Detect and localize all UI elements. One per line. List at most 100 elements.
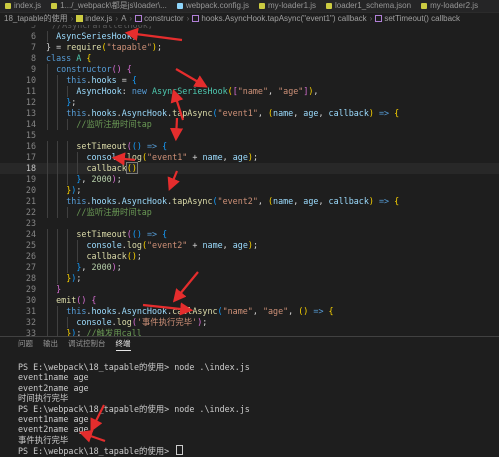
code-token: 2000 — [91, 262, 112, 272]
code-line: 28}); — [0, 273, 499, 284]
code-token: , — [222, 240, 233, 250]
terminal-text: event1name age — [18, 372, 89, 383]
indent-guide — [57, 251, 59, 262]
line-number: 23 — [25, 218, 36, 228]
line-number: 22 — [25, 207, 36, 217]
code-token: } = — [46, 42, 67, 52]
line-number: 8 — [30, 53, 36, 63]
code-line: 27}, 2000); — [0, 262, 499, 273]
tab-label: 1.../_webpack\都是js\loader\... — [60, 1, 167, 10]
tab-label: index.js — [14, 1, 42, 10]
code-text: callback(); — [86, 251, 141, 262]
breadcrumb-item[interactable]: index.js — [76, 14, 112, 23]
indent-guide — [47, 273, 48, 284]
code-text: } — [56, 284, 61, 295]
indent-guide — [47, 328, 48, 336]
indent-guide — [47, 306, 48, 317]
editor-tab[interactable]: my-loader2.js — [416, 0, 483, 12]
panel-tab[interactable]: 调试控制台 — [68, 337, 106, 350]
code-token: age — [303, 108, 319, 118]
breadcrumb-item[interactable]: A — [121, 14, 126, 23]
code-token: tapAsync — [172, 196, 213, 206]
code-token: + — [187, 152, 203, 162]
code-line: 25 console.log("event2" + name, age); — [0, 240, 499, 251]
line-number: 11 — [25, 86, 36, 96]
editor-tab[interactable]: my-loader1.js — [254, 0, 321, 12]
indent-guide — [67, 141, 69, 152]
code-token: { — [162, 141, 168, 151]
code-token: tapAsync — [172, 108, 213, 118]
code-token: "age" — [278, 86, 304, 96]
code-editor[interactable]: 5//AsyncParallelHook, 6 AsyncSeriesHook, 7… — [0, 25, 499, 336]
editor-tab[interactable]: index.js — [0, 0, 46, 12]
indent-guide — [57, 273, 59, 284]
code-token: age — [232, 152, 248, 162]
breadcrumb-item[interactable]: hooks.AsyncHook.tapAsync("event1") callb… — [192, 14, 367, 23]
editor-tab[interactable]: loader1_schema.json — [321, 0, 416, 12]
terminal-text: PS E:\webpack\18_tapable的使用> node .\inde… — [18, 403, 250, 414]
code-token: "event1" — [147, 152, 188, 162]
breadcrumb-item[interactable]: 18_tapable的使用 — [4, 14, 68, 23]
terminal-text: event2name age — [18, 382, 89, 393]
terminal-line: 时间执行完毕 — [18, 393, 250, 403]
method-icon — [375, 15, 383, 22]
code-token: 2000 — [91, 174, 112, 184]
code-token: , — [252, 306, 263, 316]
js-file-icon — [51, 3, 58, 9]
code-line: 17 console.log("event1" + name, age); — [0, 152, 499, 163]
code-line: 16 setTimeout(() => { — [0, 141, 499, 152]
line-number: 30 — [25, 295, 36, 305]
code-token: , — [81, 174, 92, 184]
indent-guide — [47, 174, 48, 185]
line-number: 24 — [25, 229, 36, 239]
js-file-icon — [421, 3, 428, 9]
editor-tab-bar: index.js 1.../_webpack\都是js\loader\... web… — [0, 0, 499, 12]
terminal-text: PS E:\webpack\18_tapable的使用> node .\inde… — [18, 362, 250, 372]
code-token: , — [81, 262, 92, 272]
code-text: this.hooks = { — [66, 75, 137, 86]
editor-tab[interactable]: 1.../_webpack\都是js\loader\... — [46, 0, 172, 12]
code-token: => — [378, 108, 390, 118]
panel-tab[interactable]: 问题 — [18, 337, 33, 350]
code-token: console — [86, 152, 122, 162]
line-number: 15 — [25, 130, 36, 140]
editor-tab[interactable]: webpack.config.js — [172, 0, 254, 12]
breadcrumb-item[interactable]: constructor — [135, 14, 184, 23]
code-token: , — [293, 196, 304, 206]
js-file-icon — [259, 3, 265, 9]
code-text: }); — [66, 185, 81, 196]
code-token: age — [303, 196, 319, 206]
code-token: "event1" — [217, 108, 258, 118]
code-line: 18 callback() — [0, 162, 499, 174]
terminal-output[interactable]: PS E:\webpack\18_tapable的使用> node .\inde… — [18, 362, 250, 456]
line-number: 33 — [25, 328, 36, 336]
code-token: this — [66, 306, 87, 316]
breadcrumb-item[interactable]: setTimeout() callback — [375, 14, 460, 23]
code-text: class A { — [46, 53, 91, 64]
code-token: ; — [76, 185, 82, 195]
indent-guide — [57, 152, 59, 163]
panel-tab[interactable]: 终端 — [115, 337, 131, 351]
code-line: 6 AsyncSeriesHook, — [0, 31, 499, 42]
indent-guide — [47, 317, 48, 328]
indent-guide — [57, 97, 59, 108]
code-text: } = require("tapable"); — [46, 42, 162, 53]
code-text: }); //触发用call — [66, 328, 142, 336]
indent-guide — [57, 108, 59, 119]
line-number: 21 — [25, 196, 36, 206]
code-line: 32 console.log('事件执行完毕'); — [0, 317, 499, 328]
code-line: 22 //监听注册时间tap — [0, 207, 499, 218]
chevron-right-icon: › — [369, 14, 373, 23]
panel-tab[interactable]: 输出 — [43, 337, 58, 350]
indent-guide — [47, 196, 48, 207]
code-token: , — [131, 31, 137, 41]
code-line: 11 AsyncHook: new AsyncSeriesHook(["name"… — [0, 86, 499, 97]
bottom-panel: 问题 输出 调试控制台 终端 PS E:\webpack\18_tapable的使用>… — [0, 336, 499, 456]
indent-guide — [47, 295, 48, 306]
code-text: emit() { — [56, 295, 96, 306]
breadcrumb-label: 18_tapable的使用 — [4, 14, 68, 23]
code-text: //监听注册时间tap — [76, 119, 151, 130]
code-token: () — [131, 141, 142, 151]
indent-guide — [77, 152, 79, 163]
line-number: 20 — [25, 185, 36, 195]
